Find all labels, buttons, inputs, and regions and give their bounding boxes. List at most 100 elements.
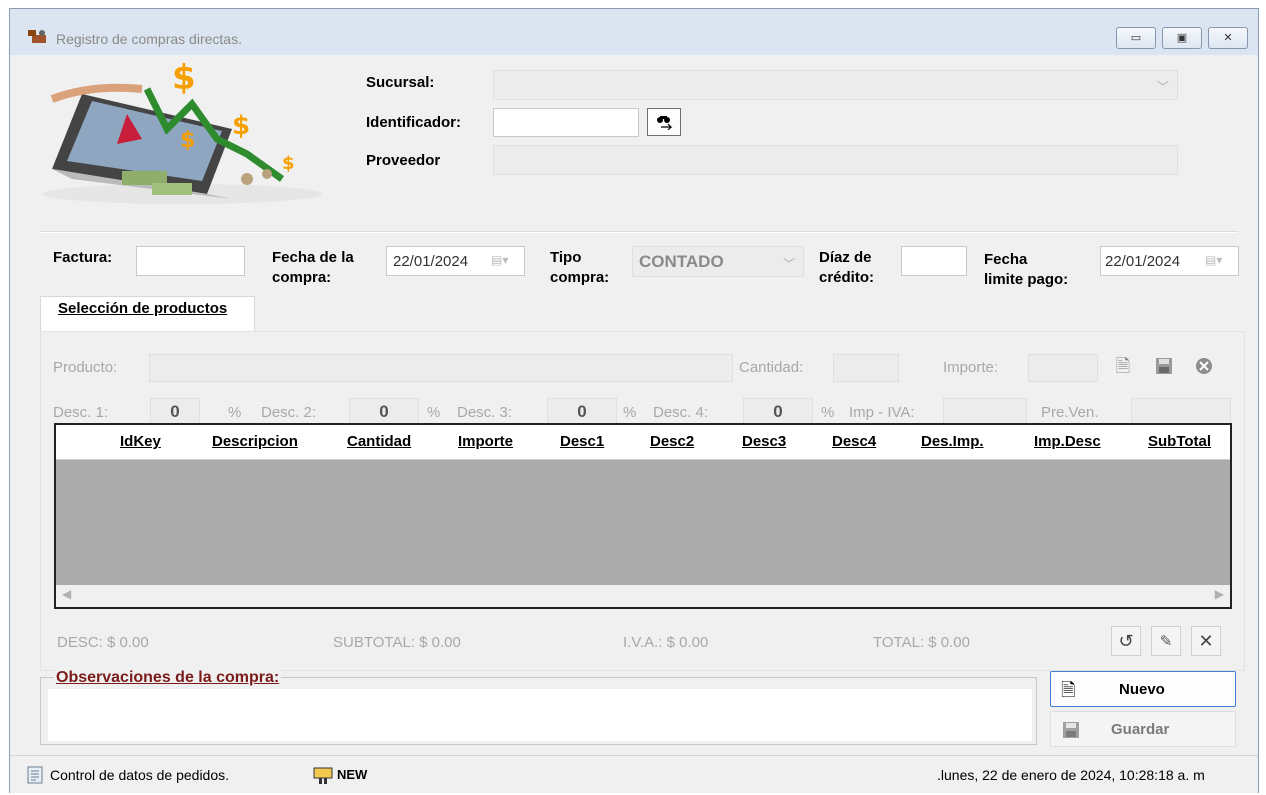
close-button[interactable]: ✕ [1208, 27, 1248, 49]
svg-text:$: $ [172, 59, 196, 98]
refresh-icon: ↺ [1118, 631, 1134, 651]
cancel-product-button[interactable] [1189, 352, 1219, 382]
column-header[interactable]: SubTotal [1148, 433, 1211, 450]
calendar-icon: ▤▾ [1205, 253, 1223, 267]
svg-text:$: $ [282, 153, 295, 174]
new-document-icon: 🗎 [1061, 680, 1076, 700]
fecha-limite-picker[interactable]: 22/01/2024 ▤▾ [1100, 246, 1239, 276]
fecha-compra-label-2: compra: [272, 269, 332, 286]
percent-label: % [821, 404, 835, 421]
importe-label: Importe: [943, 359, 999, 376]
scroll-left-icon[interactable]: ◀ [62, 587, 71, 601]
app-window: Registro de compras directas. ▭ ▣ ✕ $ $ … [9, 8, 1259, 793]
column-header[interactable]: Importe [458, 433, 513, 450]
svg-text:$: $ [180, 128, 195, 153]
status-text: Control de datos de pedidos. [50, 767, 230, 783]
factura-label: Factura: [53, 249, 113, 266]
search-button[interactable] [647, 108, 681, 136]
tab-seleccion-productos-label: Selección de productos [58, 300, 228, 317]
app-icon [28, 30, 46, 43]
observaciones-label: Observaciones de la compra: [54, 669, 282, 687]
column-header[interactable]: Descripcion [212, 433, 298, 450]
producto-label: Producto: [53, 359, 118, 376]
maximize-button[interactable]: ▣ [1162, 27, 1202, 49]
title-bar: Registro de compras directas. ▭ ▣ ✕ [10, 9, 1258, 55]
desc1-label: Desc. 1: [53, 404, 109, 421]
svg-text:$: $ [232, 111, 250, 141]
desc2-label: Desc. 2: [261, 404, 317, 421]
desc2-input[interactable]: 0 [349, 398, 419, 426]
cantidad-label: Cantidad: [739, 359, 804, 376]
clear-button[interactable]: ✎ [1151, 626, 1181, 656]
importe-input[interactable] [1028, 354, 1098, 382]
sucursal-label: Sucursal: [366, 74, 435, 91]
new-badge-icon [313, 767, 333, 784]
column-header[interactable]: IdKey [120, 433, 161, 450]
fecha-compra-picker[interactable]: 22/01/2024 ▤▾ [386, 246, 525, 276]
fecha-limite-label: Fecha [984, 251, 1028, 268]
iva-total: I.V.A.: $ 0.00 [623, 634, 709, 651]
new-badge-text: NEW [337, 767, 368, 782]
percent-label: % [427, 404, 441, 421]
save-product-button[interactable] [1149, 352, 1179, 382]
nuevo-label: Nuevo [1119, 681, 1165, 698]
new-document-icon: 🗎 [1115, 356, 1131, 376]
binoculars-icon [657, 116, 673, 130]
tipo-compra-select[interactable]: CONTADO ﹀ [632, 246, 804, 277]
guardar-label: Guardar [1111, 721, 1170, 738]
save-disk-icon [1156, 358, 1172, 374]
fecha-compra-value: 22/01/2024 [393, 253, 469, 270]
scroll-right-icon[interactable]: ▶ [1215, 587, 1224, 601]
desc-total: DESC: $ 0.00 [57, 634, 149, 651]
pre-ven-label: Pre.Ven. [1041, 404, 1099, 421]
grid-horizontal-scrollbar[interactable]: ◀ ▶ [56, 585, 1230, 607]
column-header[interactable]: Desc1 [560, 433, 604, 450]
fecha-limite-value: 22/01/2024 [1105, 253, 1181, 270]
pre-ven-input[interactable] [1131, 398, 1231, 426]
chevron-down-icon: ﹀ [782, 257, 795, 271]
column-header[interactable]: Des.Imp. [921, 433, 984, 450]
chevron-down-icon: ﹀ [1156, 80, 1169, 94]
guardar-button[interactable]: Guardar [1050, 711, 1236, 747]
column-header[interactable]: Imp.Desc [1034, 433, 1101, 450]
identificador-input[interactable] [493, 108, 639, 137]
close-icon: ✕ [1198, 631, 1214, 651]
minimize-button[interactable]: ▭ [1116, 27, 1156, 49]
nuevo-button[interactable]: 🗎 Nuevo [1050, 671, 1236, 707]
column-header[interactable]: Cantidad [347, 433, 411, 450]
producto-input[interactable] [149, 354, 733, 382]
purchase-illustration-image: $ $ $ $ [42, 59, 322, 204]
calendar-icon: ▤▾ [491, 253, 509, 267]
dias-credito-input[interactable] [901, 246, 967, 276]
column-header[interactable]: Desc2 [650, 433, 694, 450]
tipo-compra-label: Tipo [550, 249, 582, 266]
column-header[interactable]: Desc3 [742, 433, 786, 450]
cantidad-input[interactable] [833, 354, 899, 382]
percent-label: % [228, 404, 242, 421]
desc1-input[interactable]: 0 [150, 398, 200, 426]
products-grid[interactable]: IdKey Descripcion Cantidad Importe Desc1… [54, 423, 1232, 609]
fecha-limite-label-2: limite pago: [984, 271, 1069, 288]
cancel-circle-icon [1196, 358, 1212, 374]
refresh-button[interactable]: ↺ [1111, 626, 1141, 656]
proveedor-label: Proveedor [366, 152, 441, 169]
desc3-input[interactable]: 0 [547, 398, 617, 426]
desc3-label: Desc. 3: [457, 404, 513, 421]
status-bar: Control de datos de pedidos. NEW .lunes,… [10, 755, 1258, 793]
factura-input[interactable] [136, 246, 245, 276]
delete-row-button[interactable]: ✕ [1191, 626, 1221, 656]
percent-label: % [623, 404, 637, 421]
proveedor-input[interactable] [493, 145, 1178, 175]
desc4-label: Desc. 4: [653, 404, 709, 421]
imp-iva-input[interactable] [943, 398, 1027, 426]
imp-iva-label: Imp - IVA: [849, 404, 915, 421]
observaciones-textarea[interactable] [48, 689, 1032, 741]
sucursal-select[interactable]: ﹀ [493, 70, 1178, 100]
new-product-button[interactable]: 🗎 [1108, 352, 1138, 382]
grand-total: TOTAL: $ 0.00 [873, 634, 970, 651]
desc4-input[interactable]: 0 [743, 398, 813, 426]
save-disk-icon [1063, 722, 1079, 738]
column-header[interactable]: Desc4 [832, 433, 876, 450]
subtotal-total: SUBTOTAL: $ 0.00 [333, 634, 461, 651]
separator [40, 231, 1238, 233]
